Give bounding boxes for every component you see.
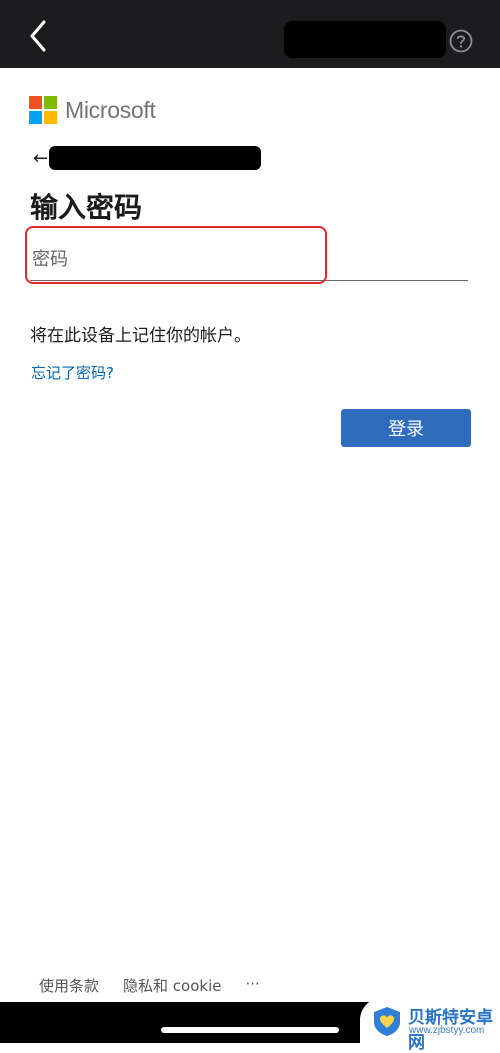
redacted-email [49,146,261,170]
identity-back-arrow-icon[interactable]: ← [33,150,48,168]
footer: 使用条款 隐私和 cookie ··· [39,975,260,996]
page-title: 输入密码 [30,191,143,224]
forgot-password-link[interactable]: 忘记了密码? [31,362,114,383]
watermark: 贝斯特安卓网 www.zjbstyy.com [360,998,500,1053]
question-circle-icon[interactable] [449,29,473,53]
password-field [30,240,468,281]
app-top-bar [0,0,500,68]
chevron-left-icon[interactable] [22,16,58,56]
more-options-button[interactable]: ··· [245,975,259,996]
privacy-cookie-link[interactable]: 隐私和 cookie [123,975,221,996]
redacted-account-block [284,21,446,58]
microsoft-logo-icon [29,96,57,124]
remember-account-text: 将在此设备上记住你的帐户。 [30,326,251,346]
sign-in-button[interactable]: 登录 [341,409,471,447]
heart-shield-icon [370,1004,404,1038]
microsoft-logo: Microsoft [29,96,156,124]
brand-name: Microsoft [65,96,156,123]
watermark-url: www.zjbstyy.com [409,1025,485,1036]
password-input[interactable] [30,240,468,278]
terms-link[interactable]: 使用条款 [39,975,99,996]
home-indicator[interactable] [161,1027,339,1033]
